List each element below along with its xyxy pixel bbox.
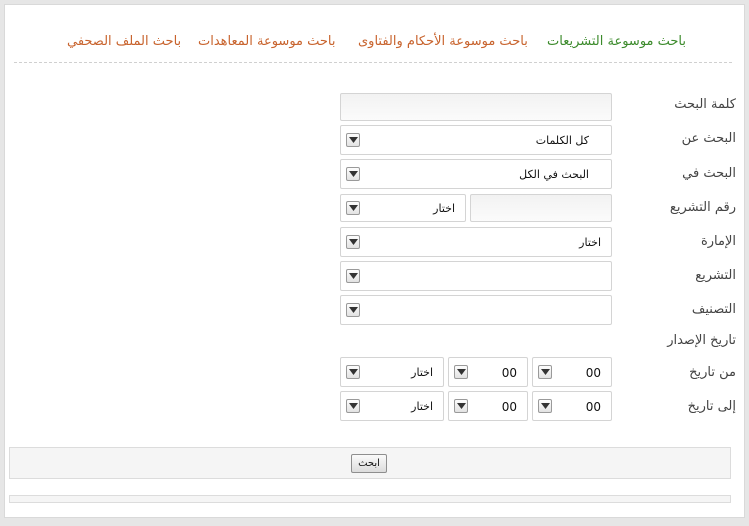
from-date-label: من تاريخ	[689, 365, 736, 380]
tab-divider	[14, 62, 732, 63]
chevron-down-icon	[346, 269, 360, 283]
law-year-select[interactable]: اختار	[340, 194, 466, 222]
bottom-bar	[9, 495, 731, 503]
emirate-label: الإمارة	[700, 234, 736, 249]
tab-judgments-search[interactable]: باحث موسوعة الأحكام والفتاوى	[358, 34, 528, 49]
emirate-value: اختار	[579, 236, 601, 249]
chevron-down-icon	[346, 235, 360, 249]
chevron-down-icon	[346, 201, 360, 215]
classification-label: التصنيف	[691, 302, 736, 317]
chevron-down-icon	[346, 303, 360, 317]
legislation-select[interactable]	[340, 261, 612, 291]
chevron-down-icon	[346, 399, 360, 413]
from-year-select[interactable]: اختار	[340, 357, 444, 387]
tab-press-file-search[interactable]: باحث الملف الصحفي	[67, 34, 181, 49]
issue-date-label: تاريخ الإصدار	[667, 333, 736, 348]
search-for-value: كل الكلمات	[535, 134, 589, 147]
emirate-select[interactable]: اختار	[340, 227, 612, 257]
from-month-value: 00	[501, 366, 517, 380]
search-in-label: البحث في	[682, 166, 736, 181]
search-for-label: البحث عن	[681, 131, 736, 146]
chevron-down-icon	[346, 167, 360, 181]
from-day-select[interactable]: 00	[532, 357, 612, 387]
from-year-value: اختار	[411, 366, 433, 379]
from-day-value: 00	[585, 366, 601, 380]
search-in-value: البحث في الكل	[519, 168, 589, 181]
classification-select[interactable]	[340, 295, 612, 325]
law-year-value: اختار	[433, 202, 455, 215]
to-month-value: 00	[501, 400, 517, 414]
chevron-down-icon	[346, 365, 360, 379]
to-day-value: 00	[585, 400, 601, 414]
search-for-select[interactable]: كل الكلمات	[340, 125, 612, 155]
tab-treaties-search[interactable]: باحث موسوعة المعاهدات	[198, 34, 336, 49]
from-month-select[interactable]: 00	[448, 357, 528, 387]
chevron-down-icon	[454, 365, 468, 379]
legislation-label: التشريع	[695, 268, 736, 283]
chevron-down-icon	[346, 133, 360, 147]
chevron-down-icon	[538, 365, 552, 379]
tab-legislation-search[interactable]: باحث موسوعة التشريعات	[547, 34, 686, 49]
to-year-select[interactable]: اختار	[340, 391, 444, 421]
search-button[interactable]: ابحث	[351, 454, 387, 473]
law-number-input[interactable]	[470, 194, 612, 222]
to-day-select[interactable]: 00	[532, 391, 612, 421]
chevron-down-icon	[454, 399, 468, 413]
to-year-value: اختار	[411, 400, 433, 413]
keyword-label: كلمة البحث	[674, 97, 736, 112]
keyword-input[interactable]	[340, 93, 612, 121]
tab-bar: باحث موسوعة التشريعات باحث موسوعة الأحكا…	[0, 34, 741, 56]
to-month-select[interactable]: 00	[448, 391, 528, 421]
law-number-label: رقم التشريع	[669, 200, 736, 215]
to-date-label: إلى تاريخ	[687, 399, 736, 414]
chevron-down-icon	[538, 399, 552, 413]
search-in-select[interactable]: البحث في الكل	[340, 159, 612, 189]
